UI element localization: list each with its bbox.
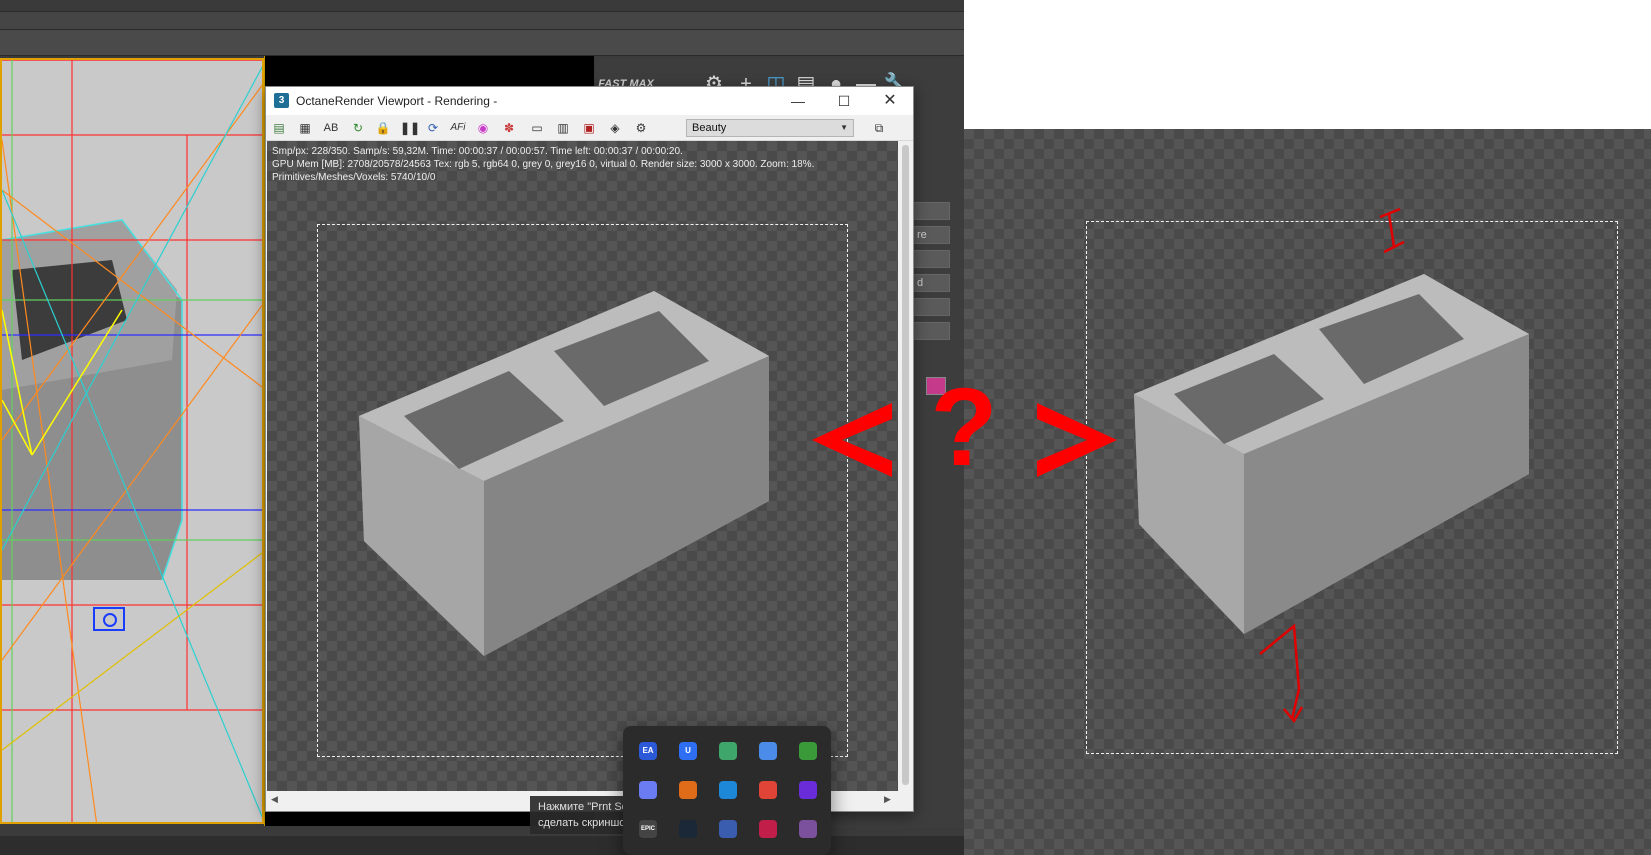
3dsmax-app-icon: 3 xyxy=(274,93,289,108)
command-field-6[interactable] xyxy=(910,322,950,340)
lock-icon[interactable]: 🔒 xyxy=(374,119,392,137)
question-sign-drawing: ? xyxy=(812,385,1117,489)
close-icon[interactable]: ✕ xyxy=(867,87,913,115)
vpn-icon[interactable] xyxy=(719,820,737,838)
render-pass-value: Beauty xyxy=(692,122,727,134)
color-wheel-icon[interactable]: ◉ xyxy=(474,119,492,137)
drive-icon[interactable] xyxy=(759,742,777,760)
octane-toolbar: ▤ ▦ AB ↻ 🔒 ❚❚ ⟳ AFi ◉ ✽ ▭ ▥ ▣ ◈ ⚙ Beauty… xyxy=(266,115,913,141)
octane-cinder-block xyxy=(359,291,769,656)
pocket-icon[interactable] xyxy=(759,820,777,838)
viber-icon[interactable] xyxy=(799,820,817,838)
refresh-icon[interactable]: ⟳ xyxy=(424,119,442,137)
chevron-down-icon: ▼ xyxy=(840,123,848,132)
command-field-1[interactable] xyxy=(910,202,950,220)
maximize-icon[interactable]: ☐ xyxy=(821,87,867,115)
gamepass-icon[interactable] xyxy=(719,742,737,760)
right-arrow-shape xyxy=(1037,403,1117,477)
minimize-icon[interactable]: — xyxy=(775,87,821,115)
command-field-5[interactable] xyxy=(910,298,950,316)
question-comparison-sign: ? xyxy=(812,385,1117,495)
max-toolbar-row[interactable] xyxy=(0,12,964,30)
octane-titlebar[interactable]: 3 OctaneRender Viewport - Rendering - — … xyxy=(266,87,913,115)
settings-gear-icon[interactable]: ⚙ xyxy=(632,119,650,137)
render-pass-dropdown[interactable]: Beauty ▼ xyxy=(686,119,854,137)
viewport-scene-drawing xyxy=(2,60,262,822)
ubisoft-icon[interactable]: U xyxy=(679,742,697,760)
epic-games-icon[interactable]: EPIC xyxy=(639,820,657,838)
camera-imager-icon[interactable]: ◈ xyxy=(606,119,624,137)
scroll-left-icon[interactable]: ◀ xyxy=(271,794,278,805)
edge-icon[interactable] xyxy=(719,781,737,799)
save-image-icon[interactable]: ▤ xyxy=(270,119,288,137)
render-stats-line-1: Smp/px: 228/350. Samp/s: 59,32M. Time: 0… xyxy=(272,146,683,157)
ea-app-icon[interactable]: EA xyxy=(639,742,657,760)
max-menu-bar[interactable] xyxy=(0,0,964,12)
ab-compare-button[interactable]: AB xyxy=(320,119,342,137)
window-title: OctaneRender Viewport - Rendering - xyxy=(296,94,498,108)
origin-icon[interactable] xyxy=(679,781,697,799)
render-stats-line-2: GPU Mem [MB]: 2708/20578/24563 Tex: rgb … xyxy=(272,159,815,170)
fit-view-icon[interactable]: ⧉ xyxy=(870,119,888,137)
region-render-icon[interactable]: ✽ xyxy=(500,119,518,137)
command-field-3[interactable] xyxy=(910,250,950,268)
max-ribbon-row[interactable] xyxy=(0,30,964,56)
ai-light-button[interactable]: AFi xyxy=(447,119,469,137)
tray-overflow-popup: EA U EPIC xyxy=(623,726,831,855)
command-field-4[interactable]: d xyxy=(910,274,950,292)
chrome-icon[interactable] xyxy=(759,781,777,799)
octane-render-canvas[interactable]: Smp/px: 228/350. Samp/s: 59,32M. Time: 0… xyxy=(267,141,898,791)
render-stats-line-3: Primitives/Meshes/Voxels: 5740/10/0 xyxy=(272,172,436,183)
film-settings-icon[interactable]: ▥ xyxy=(554,119,572,137)
arc-icon[interactable] xyxy=(799,781,817,799)
pause-icon[interactable]: ❚❚ xyxy=(400,119,420,137)
scroll-right-icon[interactable]: ▶ xyxy=(884,794,891,805)
razer-icon[interactable] xyxy=(799,742,817,760)
clipboard-icon[interactable]: ▦ xyxy=(296,119,314,137)
command-field-2[interactable]: re xyxy=(910,226,950,244)
max-viewport-perspective[interactable] xyxy=(0,58,264,824)
restart-render-icon[interactable]: ↻ xyxy=(349,119,367,137)
steam-icon[interactable] xyxy=(679,820,697,838)
render-stats: Smp/px: 228/350. Samp/s: 59,32M. Time: 0… xyxy=(272,145,814,184)
copilot-icon[interactable] xyxy=(639,781,657,799)
question-mark-glyph: ? xyxy=(930,385,997,489)
left-arrow-shape xyxy=(812,403,892,477)
display-settings-icon[interactable]: ▭ xyxy=(528,119,546,137)
denoiser-icon[interactable]: ▣ xyxy=(580,119,598,137)
